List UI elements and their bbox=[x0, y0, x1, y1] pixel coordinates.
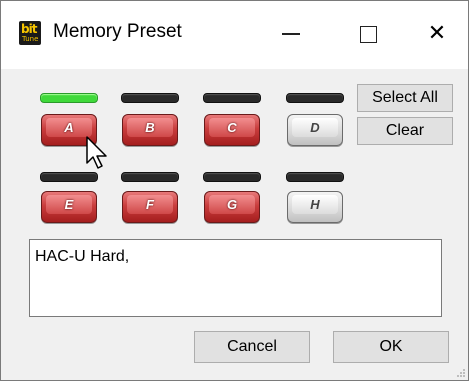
maximize-icon bbox=[359, 25, 377, 43]
preset-led-c bbox=[203, 93, 261, 103]
window-title: Memory Preset bbox=[53, 21, 182, 42]
maximize-button[interactable] bbox=[348, 13, 388, 53]
ok-button[interactable]: OK bbox=[333, 331, 449, 363]
preset-button-c[interactable]: C bbox=[204, 114, 260, 146]
preset-led-e bbox=[40, 172, 98, 182]
close-button[interactable]: ✕ bbox=[417, 13, 457, 53]
select-all-button[interactable]: Select All bbox=[357, 84, 453, 112]
memory-preset-dialog: bit Tune Memory Preset ✕ A B C D E F G H… bbox=[0, 0, 469, 381]
preset-led-d bbox=[286, 93, 344, 103]
preset-led-b bbox=[121, 93, 179, 103]
bittune-app-icon: bit Tune bbox=[19, 21, 41, 45]
clear-button[interactable]: Clear bbox=[357, 117, 453, 145]
preset-button-f[interactable]: F bbox=[122, 191, 178, 223]
preset-button-g[interactable]: G bbox=[204, 191, 260, 223]
preset-led-g bbox=[203, 172, 261, 182]
minimize-button[interactable] bbox=[271, 13, 311, 53]
preset-button-d[interactable]: D bbox=[287, 114, 343, 146]
minimize-icon bbox=[282, 33, 300, 35]
preset-button-h[interactable]: H bbox=[287, 191, 343, 223]
cancel-button[interactable]: Cancel bbox=[194, 331, 310, 363]
mouse-cursor-icon bbox=[86, 136, 107, 169]
memo-text-field[interactable]: HAC-U Hard, bbox=[29, 239, 442, 317]
resize-grip-icon[interactable] bbox=[456, 368, 466, 378]
preset-led-h bbox=[286, 172, 344, 182]
preset-led-a bbox=[40, 93, 98, 103]
preset-led-f bbox=[121, 172, 179, 182]
preset-button-e[interactable]: E bbox=[41, 191, 97, 223]
preset-button-b[interactable]: B bbox=[122, 114, 178, 146]
close-icon: ✕ bbox=[427, 20, 447, 45]
memo-text-value: HAC-U Hard, bbox=[35, 248, 130, 265]
title-bar[interactable]: bit Tune Memory Preset ✕ bbox=[1, 1, 468, 69]
